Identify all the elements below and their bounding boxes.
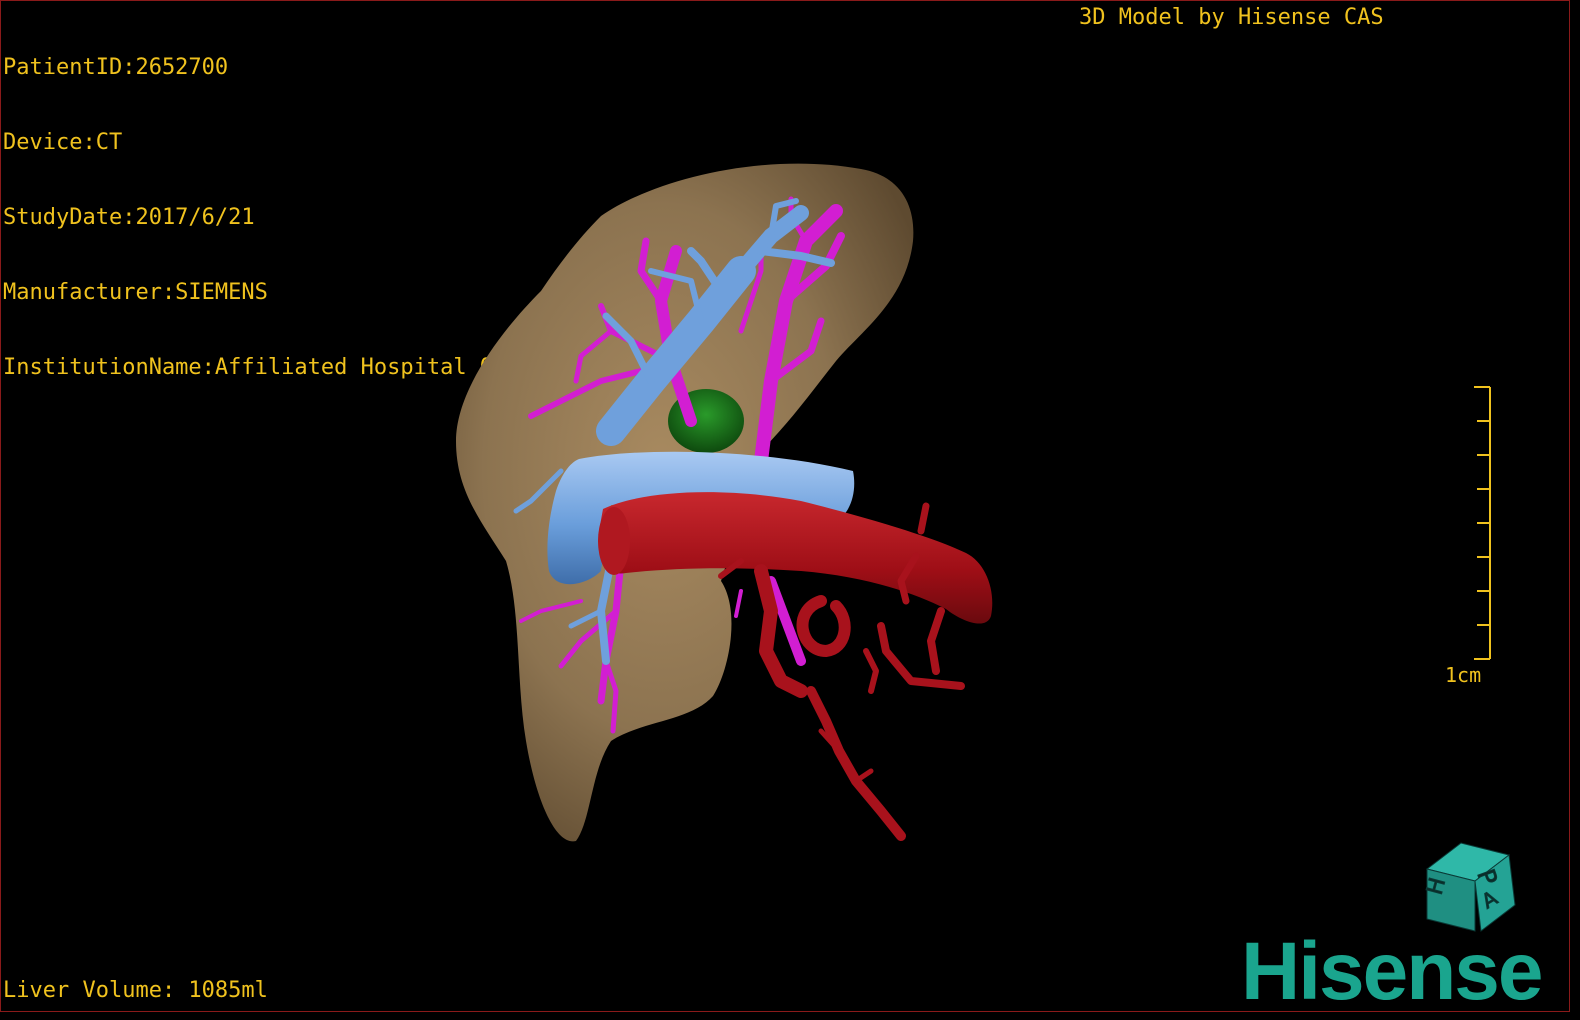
scale-bar-label: 1cm [1445, 663, 1482, 687]
orientation-cube: P H A [1422, 842, 1516, 932]
3d-viewport[interactable]: PatientID:2652700 Device:CT StudyDate:20… [0, 0, 1570, 1012]
scale-bar [1474, 386, 1491, 660]
3d-model-render[interactable]: P H A [1, 1, 1569, 1011]
hisense-logo: Hisense [1241, 926, 1544, 1012]
liver-volume-text: Liver Volume: 1085ml [3, 978, 268, 1003]
